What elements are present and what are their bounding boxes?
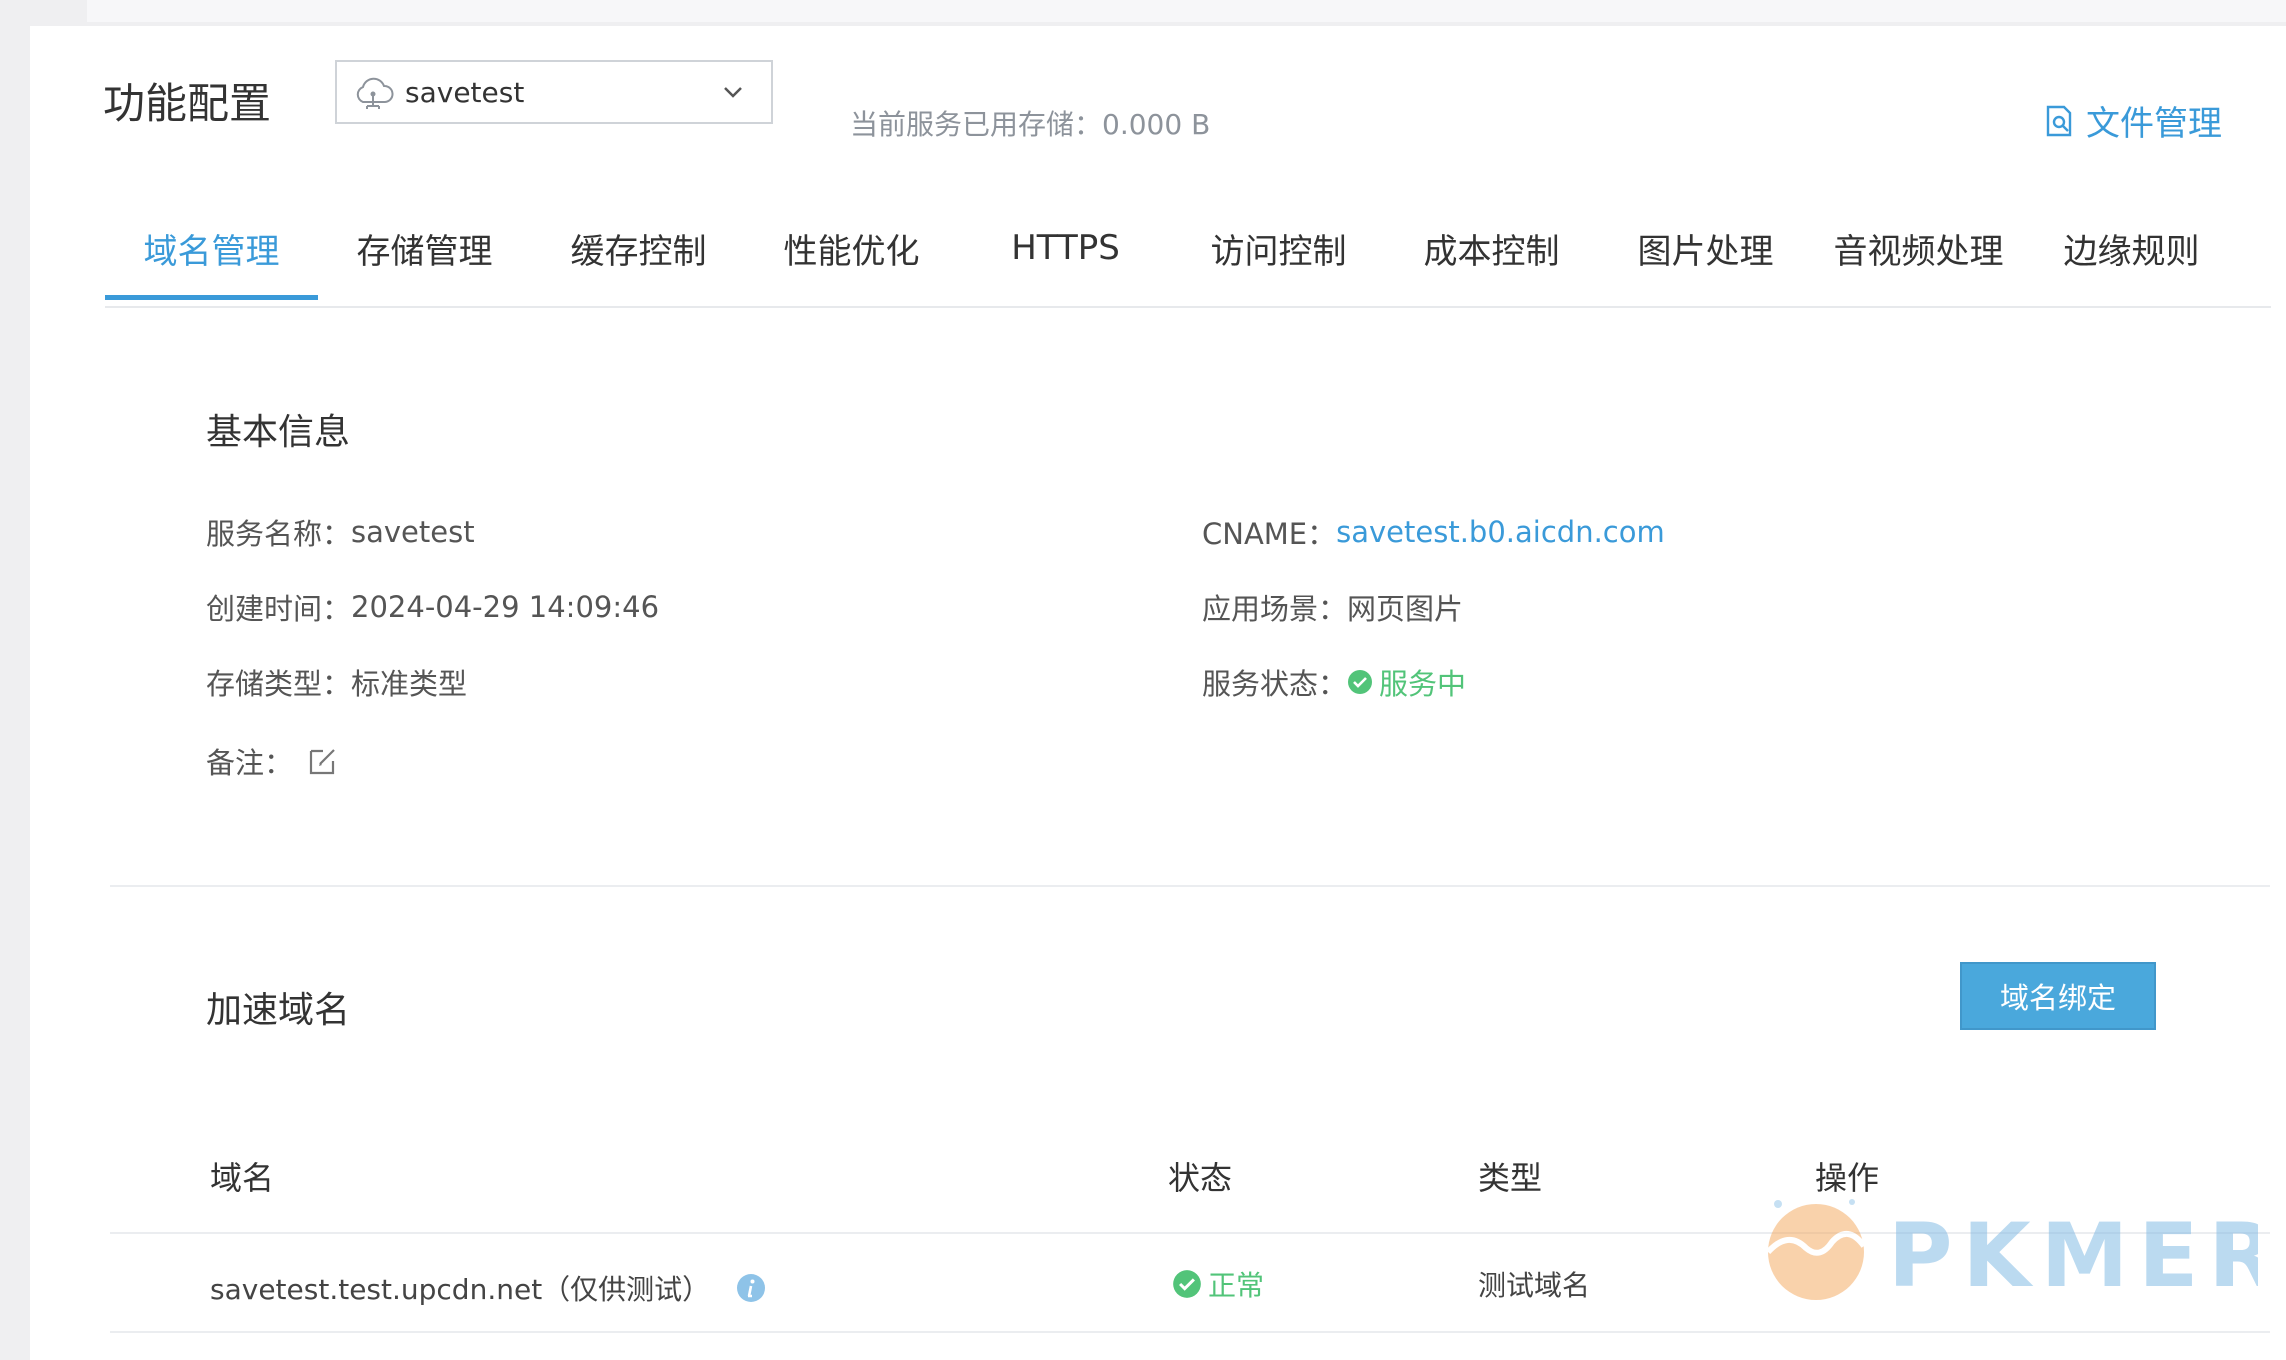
bind-domain-button[interactable]: 域名绑定	[1960, 962, 2156, 1030]
chevron-down-icon	[724, 87, 742, 98]
cname-link[interactable]: savetest.b0.aicdn.com	[1336, 515, 1665, 549]
storage-type-value: 标准类型	[351, 667, 468, 701]
info-icon[interactable]	[736, 1273, 766, 1303]
pkmer-watermark-logo: PKMER	[1765, 1199, 2258, 1307]
table-row-status: 正常	[1172, 1264, 1264, 1304]
scenario-value: 网页图片	[1347, 592, 1464, 626]
tab-bar: 域名管理 存储管理 缓存控制 性能优化 HTTPS 访问控制 成本控制 图片处理…	[105, 200, 2271, 300]
column-header-domain: 域名	[210, 1159, 275, 1197]
tab-image-processing[interactable]: 图片处理	[1599, 200, 1812, 296]
storage-usage-label: 当前服务已用存储：	[850, 108, 1103, 141]
storage-type-row: 存储类型： 标准类型	[206, 661, 467, 703]
check-circle-icon	[1173, 1270, 1201, 1298]
edit-icon[interactable]	[307, 745, 339, 777]
tab-performance[interactable]: 性能优化	[745, 200, 958, 296]
service-name-label: 服务名称：	[206, 517, 352, 551]
service-status-row: 服务状态： 服务中	[1202, 661, 1466, 703]
section-divider	[110, 885, 2270, 887]
cloud-service-icon	[356, 77, 394, 109]
tab-cost-control[interactable]: 成本控制	[1385, 200, 1598, 296]
tab-edge-rules[interactable]: 边缘规则	[2025, 200, 2238, 296]
remark-label: 备注：	[206, 746, 294, 780]
tab-domain-management[interactable]: 域名管理	[105, 200, 318, 300]
file-management-label: 文件管理	[2086, 104, 2222, 144]
column-header-type: 类型	[1478, 1159, 1543, 1197]
table-row-domain: savetest.test.upcdn.net（仅供测试）	[210, 1268, 766, 1308]
page-title: 功能配置	[103, 79, 272, 128]
tab-storage-management[interactable]: 存储管理	[318, 200, 531, 296]
file-management-link[interactable]: 文件管理	[2044, 96, 2222, 145]
created-time-value: 2024-04-29 14:09:46	[351, 590, 660, 624]
tab-https[interactable]: HTTPS	[959, 200, 1172, 296]
tabs-divider	[105, 306, 2271, 308]
watermark-text: PKMER	[1888, 1204, 2258, 1307]
remark-row: 备注：	[206, 740, 339, 782]
service-name-row: 服务名称： savetest	[206, 511, 475, 553]
file-icon	[2046, 105, 2072, 136]
domain-cell: savetest.test.upcdn.net（仅供测试）	[210, 1273, 711, 1306]
storage-usage-value: 0.000 B	[1102, 108, 1211, 141]
top-strip	[87, 0, 2286, 22]
service-status-label: 服务状态：	[1202, 667, 1348, 701]
service-status-value: 服务中	[1379, 667, 1467, 701]
scenario-label: 应用场景：	[1202, 592, 1348, 626]
created-time-row: 创建时间： 2024-04-29 14:09:46	[206, 586, 659, 628]
type-cell: 测试域名	[1478, 1269, 1591, 1302]
tab-cache-control[interactable]: 缓存控制	[532, 200, 745, 296]
service-name-value: savetest	[351, 515, 475, 549]
tab-access-control[interactable]: 访问控制	[1172, 200, 1385, 296]
check-circle-icon	[1348, 670, 1373, 694]
column-header-status: 状态	[1168, 1159, 1233, 1197]
row-divider	[110, 1331, 2270, 1333]
service-select[interactable]: savetest	[335, 60, 773, 124]
cname-label: CNAME：	[1202, 517, 1337, 551]
status-cell: 正常	[1208, 1269, 1265, 1302]
scenario-row: 应用场景： 网页图片	[1202, 586, 1463, 628]
storage-type-label: 存储类型：	[206, 667, 352, 701]
created-time-label: 创建时间：	[206, 592, 352, 626]
cname-row: CNAME： savetest.b0.aicdn.com	[1202, 511, 1665, 553]
accelerated-domains-title: 加速域名	[206, 990, 351, 1031]
service-select-value: savetest	[405, 75, 525, 109]
tab-av-processing[interactable]: 音视频处理	[1812, 200, 2025, 296]
basic-info-title: 基本信息	[206, 412, 351, 453]
storage-usage: 当前服务已用存储：0.000 B	[850, 103, 1210, 143]
